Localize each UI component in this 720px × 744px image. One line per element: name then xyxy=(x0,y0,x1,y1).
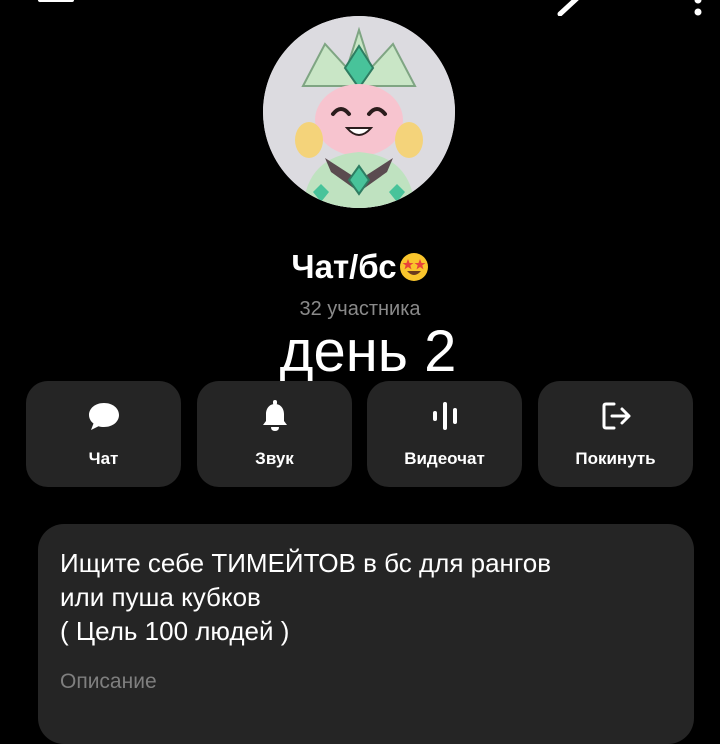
action-buttons: Чат Звук Видеочат Покинуть xyxy=(26,381,694,487)
avatar-image xyxy=(263,16,455,208)
video-chat-button-label: Видеочат xyxy=(404,449,485,468)
arrow-left-icon[interactable] xyxy=(34,0,74,16)
leave-button-label: Покинуть xyxy=(575,449,656,468)
group-title-text: Чат/бс xyxy=(291,248,397,285)
description-card[interactable]: Ищите себе ТИМЕЙТОВ в бс для рангов или … xyxy=(38,524,694,744)
chat-button[interactable]: Чат xyxy=(26,381,181,487)
sound-button-label: Звук xyxy=(255,449,294,468)
video-chat-button[interactable]: Видеочат xyxy=(367,381,522,487)
sound-button[interactable]: Звук xyxy=(197,381,352,487)
description-label: Описание xyxy=(60,670,157,693)
audio-waveform-icon xyxy=(432,402,457,430)
description-line: Ищите себе ТИМЕЙТОВ в бс для рангов xyxy=(60,548,552,578)
description-text: Ищите себе ТИМЕЙТОВ в бс для рангов или … xyxy=(60,546,680,648)
chat-bubble-icon xyxy=(88,403,119,430)
exit-icon xyxy=(602,402,630,430)
group-title: Чат/бс xyxy=(0,246,720,288)
star-struck-emoji-icon xyxy=(399,253,428,281)
group-avatar[interactable] xyxy=(263,16,455,208)
overlay-caption: день 2 xyxy=(279,319,457,384)
more-vertical-icon[interactable] xyxy=(690,0,706,16)
pencil-icon[interactable] xyxy=(556,0,590,16)
chat-button-label: Чат xyxy=(88,449,119,468)
description-line: ( Цель 100 людей ) xyxy=(60,616,290,646)
leave-button[interactable]: Покинуть xyxy=(538,381,693,487)
description-line: или пуша кубков xyxy=(60,582,261,612)
bell-icon xyxy=(262,400,287,431)
